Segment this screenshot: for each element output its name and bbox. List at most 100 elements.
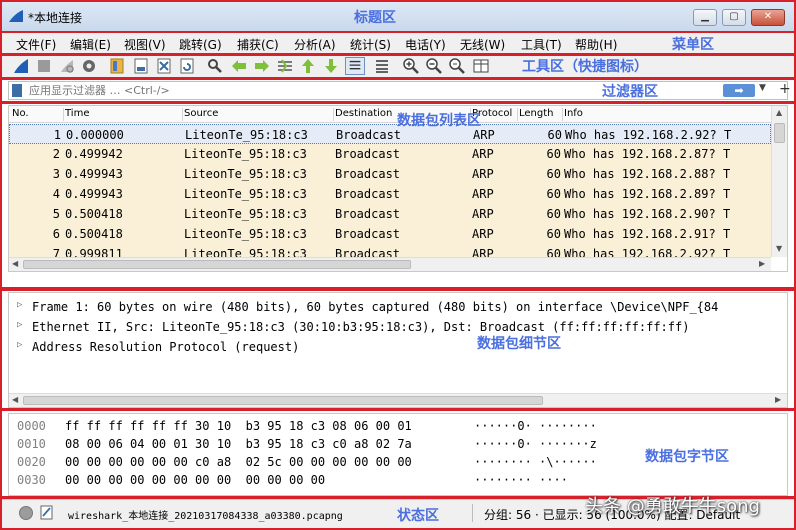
title-bar: *本地连接 ▁ ▢ ✕	[0, 0, 796, 32]
detail-row-ethernet[interactable]: ▷ Ethernet II, Src: LiteonTe_95:18:c3 (3…	[9, 317, 787, 337]
scrollbar-thumb[interactable]	[23, 260, 411, 269]
go-back-icon[interactable]	[230, 57, 248, 75]
cell-time: 0.500418	[65, 207, 123, 221]
status-divider	[472, 504, 473, 522]
menu-telephony[interactable]: 电话(Y)	[405, 36, 446, 53]
add-filter-button[interactable]: +	[779, 81, 791, 97]
scroll-down-icon[interactable]: ▼	[776, 244, 782, 253]
cell-protocol: ARP	[473, 128, 495, 142]
packet-detail-horizontal-scrollbar[interactable]: ◀ ▶	[9, 393, 787, 407]
cell-destination: Broadcast	[335, 207, 401, 221]
bytes-row[interactable]: 0030 00 00 00 00 00 00 00 00 00 00 00 00…	[9, 471, 787, 491]
packet-list-horizontal-scrollbar[interactable]: ◀ ▶	[9, 257, 771, 271]
scroll-left-icon[interactable]: ◀	[12, 395, 18, 404]
zoom-out-icon[interactable]	[425, 57, 443, 75]
cell-length: 60	[546, 147, 561, 161]
cell-length: 60	[547, 128, 562, 142]
scrollbar-thumb[interactable]	[774, 123, 785, 143]
filter-dropdown-icon[interactable]: ▼	[759, 83, 766, 93]
detail-row-frame[interactable]: ▷ Frame 1: 60 bytes on wire (480 bits), …	[9, 297, 787, 317]
wireshark-logo-icon	[9, 10, 23, 22]
cell-length: 60	[546, 207, 561, 221]
scroll-right-icon[interactable]: ▶	[759, 259, 765, 268]
cell-length: 60	[546, 187, 561, 201]
scroll-left-icon[interactable]: ◀	[12, 259, 18, 268]
cell-time: 0.500418	[65, 227, 123, 241]
menu-help[interactable]: 帮助(H)	[575, 36, 617, 53]
bytes-row[interactable]: 0000 ff ff ff ff ff ff 30 10 b3 95 18 c3…	[9, 417, 787, 437]
packet-list-pane: No. Time Source Destination Protocol Len…	[8, 105, 788, 272]
find-packet-icon[interactable]	[206, 57, 224, 75]
cell-no: 1	[53, 128, 61, 142]
shark-fin-start-icon[interactable]	[12, 57, 30, 75]
stop-capture-icon[interactable]	[35, 57, 53, 75]
zoom-in-icon[interactable]	[402, 57, 420, 75]
menu-view[interactable]: 视图(V)	[124, 36, 166, 53]
close-file-icon[interactable]	[155, 57, 173, 75]
bookmark-icon[interactable]	[12, 84, 22, 97]
menu-tools[interactable]: 工具(T)	[521, 36, 562, 53]
menu-capture[interactable]: 捕获(C)	[237, 36, 279, 53]
scroll-up-icon[interactable]: ▲	[776, 108, 782, 117]
column-header-source[interactable]: Source	[184, 108, 334, 121]
display-filter-input[interactable]	[29, 84, 629, 97]
first-packet-icon[interactable]	[299, 57, 317, 75]
annotation-label-menu: 菜单区	[672, 37, 714, 53]
menu-analyze[interactable]: 分析(A)	[294, 36, 336, 53]
packet-row[interactable]: 6 0.500418 LiteonTe_95:18:c3 Broadcast ARP 60…	[9, 224, 771, 244]
last-packet-icon[interactable]	[322, 57, 340, 75]
packet-row[interactable]: 5 0.500418 LiteonTe_95:18:c3 Broadcast ARP 60…	[9, 204, 771, 224]
apply-filter-button[interactable]: ➡	[723, 84, 755, 97]
packet-row[interactable]: 1 0.000000 LiteonTe_95:18:c3 Broadcast ARP 60…	[9, 124, 771, 144]
menu-go[interactable]: 跳转(G)	[179, 36, 222, 53]
close-button[interactable]: ✕	[751, 9, 785, 26]
status-capture-file: wireshark_本地连接_20210317084338_a03380.pca…	[68, 511, 343, 522]
auto-scroll-icon[interactable]	[345, 57, 365, 75]
packet-row[interactable]: 2 0.499942 LiteonTe_95:18:c3 Broadcast ARP 60…	[9, 144, 771, 164]
cell-destination: Broadcast	[335, 147, 401, 161]
expert-info-icon[interactable]	[19, 506, 33, 520]
column-header-info[interactable]: Info	[564, 108, 764, 121]
capture-comment-icon[interactable]	[40, 505, 54, 520]
annotation-label-filter: 过滤器区	[602, 84, 658, 100]
packet-list-vertical-scrollbar[interactable]: ▲ ▼	[771, 106, 787, 257]
resize-columns-icon[interactable]	[472, 57, 490, 75]
cell-no: 3	[52, 167, 60, 181]
maximize-button[interactable]: ▢	[722, 9, 746, 26]
save-file-icon[interactable]	[132, 57, 150, 75]
column-header-time[interactable]: Time	[65, 108, 183, 121]
expand-arrow-icon[interactable]: ▷	[17, 300, 22, 310]
cell-info: Who has 192.168.2.88? T	[564, 167, 731, 181]
open-file-icon[interactable]	[108, 57, 126, 75]
column-header-no[interactable]: No.	[12, 108, 64, 121]
reload-file-icon[interactable]	[178, 57, 196, 75]
column-header-length[interactable]: Length	[519, 108, 563, 121]
packet-row[interactable]: 3 0.499943 LiteonTe_95:18:c3 Broadcast ARP 60…	[9, 164, 771, 184]
watermark-text: 头条 @勇敢牛牛song	[585, 496, 760, 517]
menu-edit[interactable]: 编辑(E)	[70, 36, 111, 53]
cell-info: Who has 192.168.2.89? T	[564, 187, 731, 201]
scroll-right-icon[interactable]: ▶	[775, 395, 781, 404]
restart-capture-icon[interactable]	[58, 57, 76, 75]
menu-wireless[interactable]: 无线(W)	[460, 36, 505, 53]
expand-arrow-icon[interactable]: ▷	[17, 320, 22, 330]
annotation-label-title: 标题区	[354, 10, 396, 26]
minimize-button[interactable]: ▁	[693, 9, 717, 26]
colorize-icon[interactable]	[373, 57, 391, 75]
go-forward-icon[interactable]	[253, 57, 271, 75]
cell-info: Who has 192.168.2.87? T	[564, 147, 731, 161]
packet-row[interactable]: 4 0.499943 LiteonTe_95:18:c3 Broadcast ARP 60…	[9, 184, 771, 204]
expand-arrow-icon[interactable]: ▷	[17, 340, 22, 350]
cell-source: LiteonTe_95:18:c3	[184, 147, 307, 161]
scrollbar-thumb[interactable]	[23, 396, 543, 405]
cell-source: LiteonTe_95:18:c3	[184, 187, 307, 201]
menu-statistics[interactable]: 统计(S)	[350, 36, 391, 53]
annotation-label-packet-list: 数据包列表区	[397, 113, 481, 129]
cell-no: 4	[52, 187, 60, 201]
capture-options-icon[interactable]	[80, 57, 98, 75]
normal-size-icon[interactable]	[448, 57, 466, 75]
menu-file[interactable]: 文件(F)	[16, 36, 56, 53]
go-to-packet-icon[interactable]	[276, 57, 294, 75]
detail-row-arp[interactable]: ▷ Address Resolution Protocol (request)	[9, 337, 787, 357]
cell-info: Who has 192.168.2.91? T	[564, 227, 731, 241]
